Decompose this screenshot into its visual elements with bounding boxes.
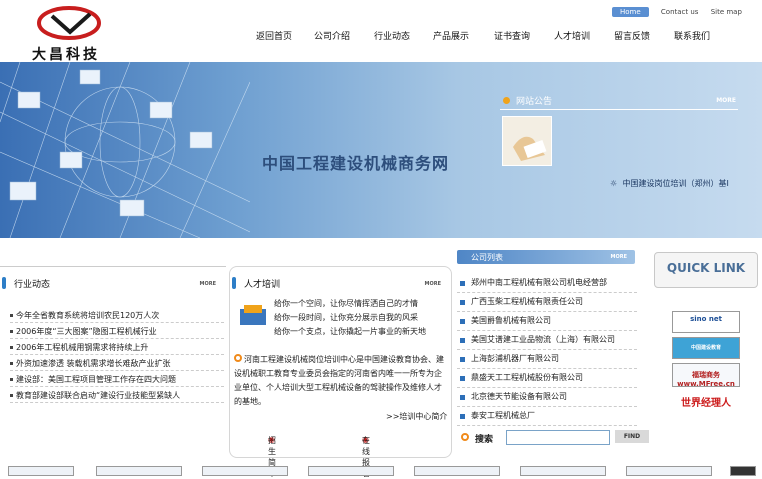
home-link[interactable]: Home (612, 7, 649, 17)
search-label: 搜索 (475, 435, 494, 445)
news-item[interactable]: 外资加速渗透 装载机需求增长难敌产业扩张 (10, 355, 224, 371)
ad-banner-mfree[interactable]: 福瑞商务 www.MFree.cn (672, 363, 740, 388)
header: 大昌科技 Home Contact us Site map 返回首页 公司介绍 … (0, 0, 762, 63)
company-more-link[interactable]: MORE (611, 254, 628, 260)
company-panel: 公司列表 MORE 郑州中南工程机械有限公司机电经营部 广西玉柴工程机械有限责任… (457, 250, 649, 430)
top-links: Home Contact us Site map (612, 7, 752, 17)
notice-heading: 网站公告 MORE (500, 94, 738, 110)
search-box: 搜索 FIND (457, 430, 657, 450)
training-slogan: 给你一段时间，让你充分展示自我的风采 (274, 313, 418, 322)
bottom-thumbnail[interactable] (730, 466, 756, 476)
bottom-thumbnail[interactable] (520, 466, 606, 476)
news-item[interactable]: 教育部建设部联合启动“建设行业技能型紧缺人 (10, 387, 224, 403)
training-more-link[interactable]: MORE (425, 281, 442, 287)
training-slogans: 给你一个空间，让你尽情挥洒自己的才情 给你一段时间，让你充分展示自我的风采 给你… (274, 297, 426, 339)
notice-text-content: 中国建设岗位培训（郑州）基I (622, 179, 729, 188)
bottom-thumbnail[interactable] (202, 466, 288, 476)
search-icon (461, 433, 469, 441)
notice-heading-icon (503, 97, 510, 104)
company-heading: 公司列表 MORE (457, 250, 635, 264)
nav-item-training[interactable]: 人才培训 (554, 29, 590, 42)
nav-item-products[interactable]: 产品展示 (433, 29, 469, 42)
logo-text: 大昌科技 (32, 47, 100, 63)
notice-heading-text: 网站公告 (516, 97, 553, 107)
news-item[interactable]: 2006年工程机械用钢需求将持续上升 (10, 339, 224, 355)
news-heading-icon (2, 277, 6, 289)
company-item[interactable]: 郑州中南工程机械有限公司机电经营部 (457, 274, 637, 293)
notice-board: 网站公告 MORE ☼ 中国建设岗位培训（郑州）基I (500, 90, 738, 230)
notice-more-link[interactable]: MORE (716, 97, 736, 104)
training-slogan: 给你一个空间，让你尽情挥洒自己的才情 (274, 299, 418, 308)
company-list: 郑州中南工程机械有限公司机电经营部 广西玉柴工程机械有限责任公司 美国爵鲁机械有… (457, 274, 637, 426)
banner: 中国工程建设机械商务网 网站公告 MORE ☼ 中国建设岗位培训（郑州）基I (0, 62, 762, 238)
training-slogan: 给你一个支点，让你撬起一片事业的新天地 (274, 327, 426, 336)
training-intro: 河南工程建设机械岗位培训中心是中国建设教育协会、建设机械职工教育专业委员会指定的… (234, 353, 448, 409)
nav-item-certificates[interactable]: 证书查询 (494, 29, 530, 42)
contact-link[interactable]: Contact us (661, 8, 699, 16)
nav-item-contact[interactable]: 联系我们 (674, 29, 710, 42)
news-item[interactable]: 2006年度“三大图案”隐图工程机械行业 (10, 323, 224, 339)
notice-image (502, 116, 552, 166)
training-heading-icon (232, 277, 236, 289)
ad-banner-world-manager[interactable]: 世界经理人 (672, 392, 740, 412)
search-input[interactable] (506, 430, 610, 445)
company-item[interactable]: 上海彭浦机器厂有限公司 (457, 350, 637, 369)
bottom-thumbnail[interactable] (96, 466, 182, 476)
bottom-thumbnail[interactable] (8, 466, 74, 476)
banner-title: 中国工程建设机械商务网 (262, 154, 450, 173)
bottom-thumbnails (0, 462, 762, 476)
training-heading-text: 人才培训 (244, 280, 281, 290)
news-heading-text: 行业动态 (14, 280, 51, 290)
news-list: 今年全省教育系统将培训农民120万人次 2006年度“三大图案”隐图工程机械行业… (10, 307, 224, 403)
nav-item-feedback[interactable]: 留言反馈 (614, 29, 650, 42)
news-more-link[interactable]: MORE (200, 281, 217, 287)
training-illustration-icon (240, 305, 266, 325)
training-center-link[interactable]: >>培训中心简介 (386, 411, 447, 422)
company-item[interactable]: 美国爵鲁机械有限公司 (457, 312, 637, 331)
news-item[interactable]: 建设部：美国工程项目管理工作存在四大问题 (10, 371, 224, 387)
notice-text[interactable]: ☼ 中国建设岗位培训（郑州）基I (610, 178, 738, 189)
company-item[interactable]: 北京德天节能设备有限公司 (457, 388, 637, 407)
ad-banner-construction-education[interactable]: 中国建设教育 (672, 337, 740, 359)
notice-bullet-icon: ☼ (610, 179, 618, 188)
nav-item-news[interactable]: 行业动态 (374, 29, 410, 42)
sitemap-link[interactable]: Site map (711, 8, 742, 16)
training-panel: 人才培训 MORE 给你一个空间，让你尽情挥洒自己的才情 给你一段时间，让你充分… (229, 266, 452, 478)
bottom-thumbnail[interactable] (626, 466, 712, 476)
logo[interactable]: 大昌科技 (28, 4, 118, 63)
search-button[interactable]: FIND (615, 430, 649, 443)
quick-link-button[interactable]: QUICK LINK (654, 252, 758, 288)
company-heading-text: 公司列表 (471, 253, 503, 262)
company-item[interactable]: 广西玉柴工程机械有限责任公司 (457, 293, 637, 312)
company-item[interactable]: 泰安工程机械总厂 (457, 407, 637, 426)
training-intro-text: 河南工程建设机械岗位培训中心是中国建设教育协会、建设机械职工教育专业委员会指定的… (234, 355, 444, 406)
logo-mark-icon (37, 6, 101, 40)
training-heading: 人才培训 MORE (230, 267, 451, 290)
news-heading: 行业动态 MORE (0, 267, 226, 290)
company-item[interactable]: 美国艾谱建工业品物流（上海）有限公司 (457, 331, 637, 350)
nav-item-home[interactable]: 返回首页 (256, 29, 292, 42)
ad-banner-sinonet[interactable]: sino net (672, 311, 740, 333)
news-item[interactable]: 今年全省教育系统将培训农民120万人次 (10, 307, 224, 323)
nav-item-about[interactable]: 公司介绍 (314, 29, 350, 42)
bottom-thumbnail[interactable] (308, 466, 394, 476)
network-grid-illustration (0, 62, 250, 238)
news-panel: 行业动态 MORE 今年全省教育系统将培训农民120万人次 2006年度“三大图… (0, 266, 226, 476)
training-intro-icon (234, 354, 242, 362)
bottom-thumbnail[interactable] (414, 466, 500, 476)
hand-document-icon (513, 136, 547, 161)
company-item[interactable]: 鼎盛天工工程机械股份有限公司 (457, 369, 637, 388)
